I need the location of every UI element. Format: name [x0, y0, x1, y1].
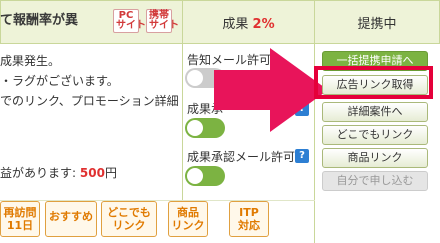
product-link-button[interactable]: 商品リンク [322, 148, 428, 168]
pointer-arrow-icon [214, 48, 328, 132]
program-title: て報酬率が異 [0, 13, 79, 28]
tag-anywhere-link: どこでも リンク [101, 201, 157, 237]
help-icon-approve[interactable]: ? [295, 149, 309, 163]
reward-prefix: 益があります: [0, 166, 77, 180]
tag-recommend: おすすめ [45, 201, 97, 237]
description-line-1: 成果発生。 [0, 54, 61, 68]
approve-mail-label: 成果承認メール許可 [187, 150, 296, 164]
tag-product-link: 商品 リンク [168, 201, 208, 237]
reward-text: 益があります: 500円 [0, 164, 117, 181]
reward-unit: 円 [104, 166, 117, 180]
highlight-frame [314, 66, 433, 99]
seika-label: 成果 [222, 17, 249, 32]
description-line-3: でのリンク、プロモーション詳細 [0, 94, 179, 108]
tag-itp: ITP 対応 [229, 201, 269, 237]
pc-site-badge: PC サイト [113, 9, 146, 33]
approve-mail-toggle[interactable] [185, 166, 225, 186]
status-label: 提携中 [357, 17, 397, 32]
anywhere-link-button[interactable]: どこでもリンク [322, 125, 428, 145]
column-divider-1 [182, 43, 183, 201]
seika-value: 2% [252, 17, 275, 32]
description-line-2: ・ラグがございます。 [0, 74, 119, 88]
mobile-site-badge: 携帯 サイト [146, 9, 179, 33]
seika-rate: 成果 2% [182, 13, 315, 32]
details-button[interactable]: 詳細案件へ [322, 102, 428, 122]
self-apply-button[interactable]: 自分で申し込む [322, 171, 428, 191]
reward-value: 500 [79, 166, 105, 180]
tag-revisit: 再訪問 11日 [0, 201, 40, 237]
